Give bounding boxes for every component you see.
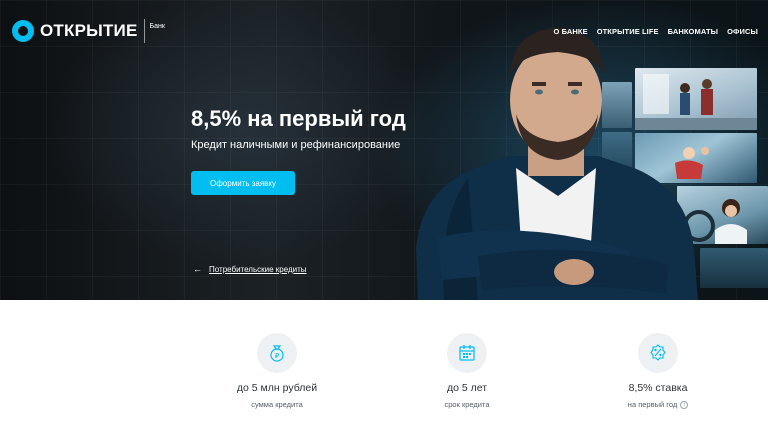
info-icon[interactable]: i	[680, 400, 689, 409]
feature-title: 8,5% ставка	[628, 382, 688, 394]
logo-text: ОТКРЫТИЕ	[40, 21, 138, 40]
percent-icon	[638, 333, 678, 373]
nav-item-otkritie-life[interactable]: ОТКРЫТИЕ LIFE	[597, 27, 659, 36]
feature-title: до 5 лет	[446, 382, 488, 394]
nav-item-atms[interactable]: БАНКОМАТЫ	[668, 27, 718, 36]
logo-icon	[12, 20, 34, 42]
apply-button[interactable]: Оформить заявку	[191, 171, 295, 195]
hero-banner: ОТКРЫТИЕ Банк О БАНКЕ ОТКРЫТИЕ LIFE БАНК…	[0, 0, 768, 300]
bank-logo[interactable]: ОТКРЫТИЕ Банк	[12, 19, 165, 43]
back-link-label: Потребительские кредиты	[209, 264, 307, 274]
feature-subtitle-text: на первый год	[627, 400, 678, 409]
feature-subtitle-text: сумма кредита	[251, 400, 303, 409]
feature-interest-rate: 8,5% ставка на первый год i	[593, 333, 723, 409]
svg-text:₽: ₽	[275, 352, 280, 360]
arrow-left-icon: ←	[193, 264, 202, 274]
top-nav: О БАНКЕ ОТКРЫТИЕ LIFE БАНКОМАТЫ ОФИСЫ	[554, 27, 758, 36]
feature-loan-amount: ₽ до 5 млн рублей сумма кредита	[212, 333, 342, 409]
money-bag-icon: ₽	[257, 333, 297, 373]
background-photo	[700, 248, 768, 288]
feature-title: до 5 млн рублей	[236, 382, 318, 394]
logo-subtitle: Банк	[149, 22, 165, 30]
feature-subtitle: на первый год i	[593, 400, 723, 409]
nav-item-offices[interactable]: ОФИСЫ	[727, 27, 758, 36]
feature-subtitle: сумма кредита	[212, 400, 342, 409]
hero-subtitle: Кредит наличными и рефинансирование	[191, 139, 401, 151]
feature-loan-term: до 5 лет срок кредита	[402, 333, 532, 409]
logo-divider	[143, 19, 145, 43]
nav-item-about[interactable]: О БАНКЕ	[554, 27, 588, 36]
back-link-consumer-loans[interactable]: ← Потребительские кредиты	[193, 264, 307, 274]
feature-subtitle-text: срок кредита	[444, 400, 490, 409]
calendar-icon	[447, 333, 487, 373]
feature-subtitle: срок кредита	[402, 400, 532, 409]
hero-title: 8,5% на первый год	[191, 106, 406, 131]
spokesperson-illustration	[416, 28, 698, 300]
